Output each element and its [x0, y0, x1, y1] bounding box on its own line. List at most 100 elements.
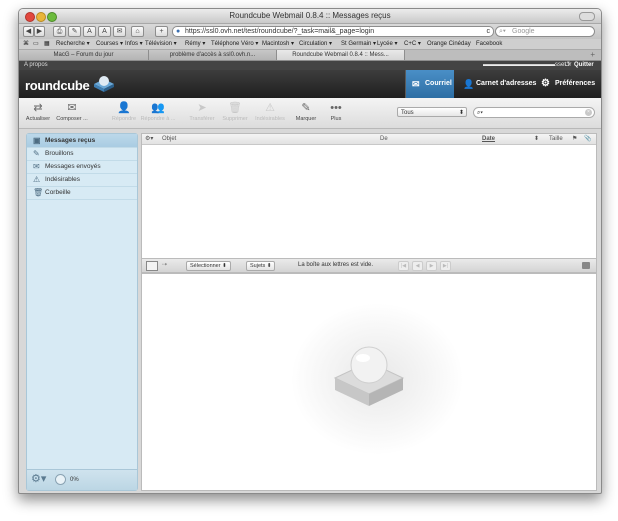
- about-link[interactable]: A propos: [24, 61, 48, 70]
- window-titlebar: Roundcube Webmail 0.8.4 :: Messages reçu…: [19, 9, 601, 24]
- bookmark-item[interactable]: Infos ▾: [125, 39, 143, 49]
- junk-icon: ⚠: [265, 102, 275, 114]
- roundcube-logo: roundcube: [25, 78, 90, 93]
- book-icon[interactable]: ▭: [33, 39, 39, 49]
- column-subject[interactable]: Objet: [162, 134, 176, 144]
- junk-icon: ⚠: [33, 175, 41, 184]
- list-options-icon[interactable]: ⚙▾: [145, 134, 153, 144]
- bookmark-item[interactable]: Véro ▾: [241, 39, 258, 49]
- forward-label: Transférer: [189, 116, 215, 122]
- compose-icon: ✉: [67, 102, 77, 114]
- refresh-button[interactable]: ⇄ Actualiser: [21, 101, 55, 125]
- toolbar-toggle-button[interactable]: [579, 12, 595, 21]
- mail-search-input[interactable]: ⌕▾ ×: [473, 107, 595, 118]
- browser-search-input[interactable]: ⌕▾ Google: [495, 26, 595, 37]
- reply-all-label: Répondre à ...: [140, 116, 176, 122]
- grid-icon[interactable]: ▦: [44, 39, 50, 49]
- bookmark-item[interactable]: Circulation ▾: [299, 39, 332, 49]
- folder-sent[interactable]: ✉ Messages envoyés: [27, 160, 137, 174]
- filter-select[interactable]: Tous ⬍: [397, 107, 467, 117]
- mail-icon: ✉: [412, 79, 420, 89]
- bookmark-item[interactable]: Lycée ▾: [377, 39, 397, 49]
- last-page-button[interactable]: ▶|: [440, 261, 451, 271]
- column-size[interactable]: Taille: [549, 134, 563, 144]
- select-label: Sélectionner: [190, 263, 221, 269]
- browser-tab[interactable]: MacG – Forum du jour: [19, 50, 149, 60]
- back-button[interactable]: ◀: [23, 26, 34, 37]
- inbox-icon: ▣: [33, 136, 41, 145]
- bookmark-item[interactable]: St Germain ▾: [341, 39, 376, 49]
- mark-button[interactable]: ✎ Marquer: [289, 101, 323, 125]
- font-larger-button[interactable]: A: [98, 26, 111, 37]
- add-bookmark-button[interactable]: +: [155, 26, 168, 37]
- folder-label: Messages reçus: [45, 137, 96, 144]
- delete-button[interactable]: 🗑 Supprimer: [218, 101, 252, 125]
- browser-tab[interactable]: problème d'accès à ssl0.ovh.n...: [149, 50, 277, 60]
- forward-button[interactable]: ▶: [34, 26, 45, 37]
- app-header: roundcube ✉ Courriel 👤 Carnet d'adresses…: [19, 70, 601, 98]
- message-list: ⚙▾ Objet De Date ⬍ Taille ⚑ 📎: [141, 133, 597, 259]
- tab-settings[interactable]: ⚙ Préférences: [541, 70, 597, 98]
- bookmark-item[interactable]: Facebook: [476, 39, 502, 49]
- roundcube-app: A propos ▬▬▬▬▬▬▬▬▬▬▬▬sset.fr ⏻ Quitter r…: [19, 61, 601, 493]
- logout-icon[interactable]: ⏻: [565, 61, 570, 70]
- reading-list-icon[interactable]: ⌘: [23, 39, 29, 49]
- bookmark-item[interactable]: Télévision ▾: [145, 39, 177, 49]
- bookmark-item[interactable]: C+C ▾: [404, 39, 421, 49]
- first-page-button[interactable]: |◀: [398, 261, 409, 271]
- select-dropdown[interactable]: Sélectionner ⬍: [186, 261, 231, 271]
- url-bar[interactable]: ● https://ssl0.ovh.net/test/roundcube/?_…: [172, 26, 494, 37]
- junk-button[interactable]: ⚠ Indésirables: [253, 101, 287, 125]
- reply-button[interactable]: 👤 Répondre: [107, 101, 141, 125]
- toggle-preview-icon[interactable]: [582, 262, 590, 269]
- browser-tab-bar: MacG – Forum du jour problème d'accès à …: [19, 50, 601, 61]
- flag-icon[interactable]: ⚑: [572, 134, 577, 144]
- more-label: Plus: [330, 116, 342, 122]
- reload-icon[interactable]: c: [487, 27, 491, 36]
- folder-inbox[interactable]: ▣ Messages reçus: [27, 134, 137, 148]
- more-icon: •••: [330, 102, 342, 114]
- column-from[interactable]: De: [380, 134, 388, 144]
- list-view-icon[interactable]: [146, 261, 158, 271]
- tab-mail[interactable]: ✉ Courriel: [405, 70, 454, 98]
- reply-icon: 👤: [117, 102, 131, 114]
- more-button[interactable]: ••• Plus: [319, 101, 353, 125]
- home-button[interactable]: ⌂: [131, 26, 144, 37]
- compose-label: Composer ...: [56, 116, 88, 122]
- gear-icon[interactable]: ⚙▾: [31, 472, 46, 485]
- next-page-button[interactable]: ▶: [426, 261, 437, 271]
- folder-junk[interactable]: ⚠ Indésirables: [27, 173, 137, 187]
- bookmark-item[interactable]: Courses ▾: [96, 39, 123, 49]
- previous-page-button[interactable]: ◀: [412, 261, 423, 271]
- print-button[interactable]: ⎙: [53, 26, 66, 37]
- browser-tab-active[interactable]: Roundcube Webmail 0.8.4 :: Mess...: [277, 50, 405, 60]
- bookmark-item[interactable]: Macintosh ▾: [262, 39, 294, 49]
- quota-icon: [55, 474, 66, 485]
- bookmark-item[interactable]: Recherche ▾: [56, 39, 90, 49]
- mail-page-button[interactable]: ✉: [113, 26, 126, 37]
- filter-value: Tous: [401, 110, 414, 116]
- column-date[interactable]: Date: [482, 134, 495, 144]
- refresh-label: Actualiser: [25, 116, 51, 122]
- threads-dropdown[interactable]: Sujets ⬍: [246, 261, 276, 271]
- forward-mail-button[interactable]: ➤ Transférer: [185, 101, 219, 125]
- folder-drafts[interactable]: ✎ Brouillons: [27, 147, 137, 161]
- attachment-icon[interactable]: 📎: [584, 134, 591, 144]
- reply-all-button[interactable]: 👥 Répondre à ...: [139, 101, 177, 125]
- edit-button[interactable]: ✎: [68, 26, 81, 37]
- folder-label: Messages envoyés: [45, 163, 101, 170]
- thread-view-icon[interactable]: ⇢: [162, 259, 167, 272]
- logout-link[interactable]: Quitter: [574, 61, 594, 70]
- clear-search-icon[interactable]: ×: [585, 109, 592, 116]
- new-tab-button[interactable]: +: [590, 50, 595, 60]
- bookmark-item[interactable]: Rémy ▾: [185, 39, 205, 49]
- search-options-icon[interactable]: ⌕▾: [477, 108, 483, 119]
- tab-mail-label: Courriel: [425, 80, 452, 87]
- pencil-icon: ✎: [301, 102, 311, 114]
- folder-trash[interactable]: 🗑 Corbeille: [27, 186, 137, 200]
- compose-button[interactable]: ✉ Composer ...: [55, 101, 89, 125]
- tab-contacts[interactable]: 👤 Carnet d'adresses: [463, 70, 536, 98]
- font-smaller-button[interactable]: A: [83, 26, 96, 37]
- bookmark-item[interactable]: Téléphone: [211, 39, 239, 49]
- bookmark-item[interactable]: Orange Cinéday: [427, 39, 471, 49]
